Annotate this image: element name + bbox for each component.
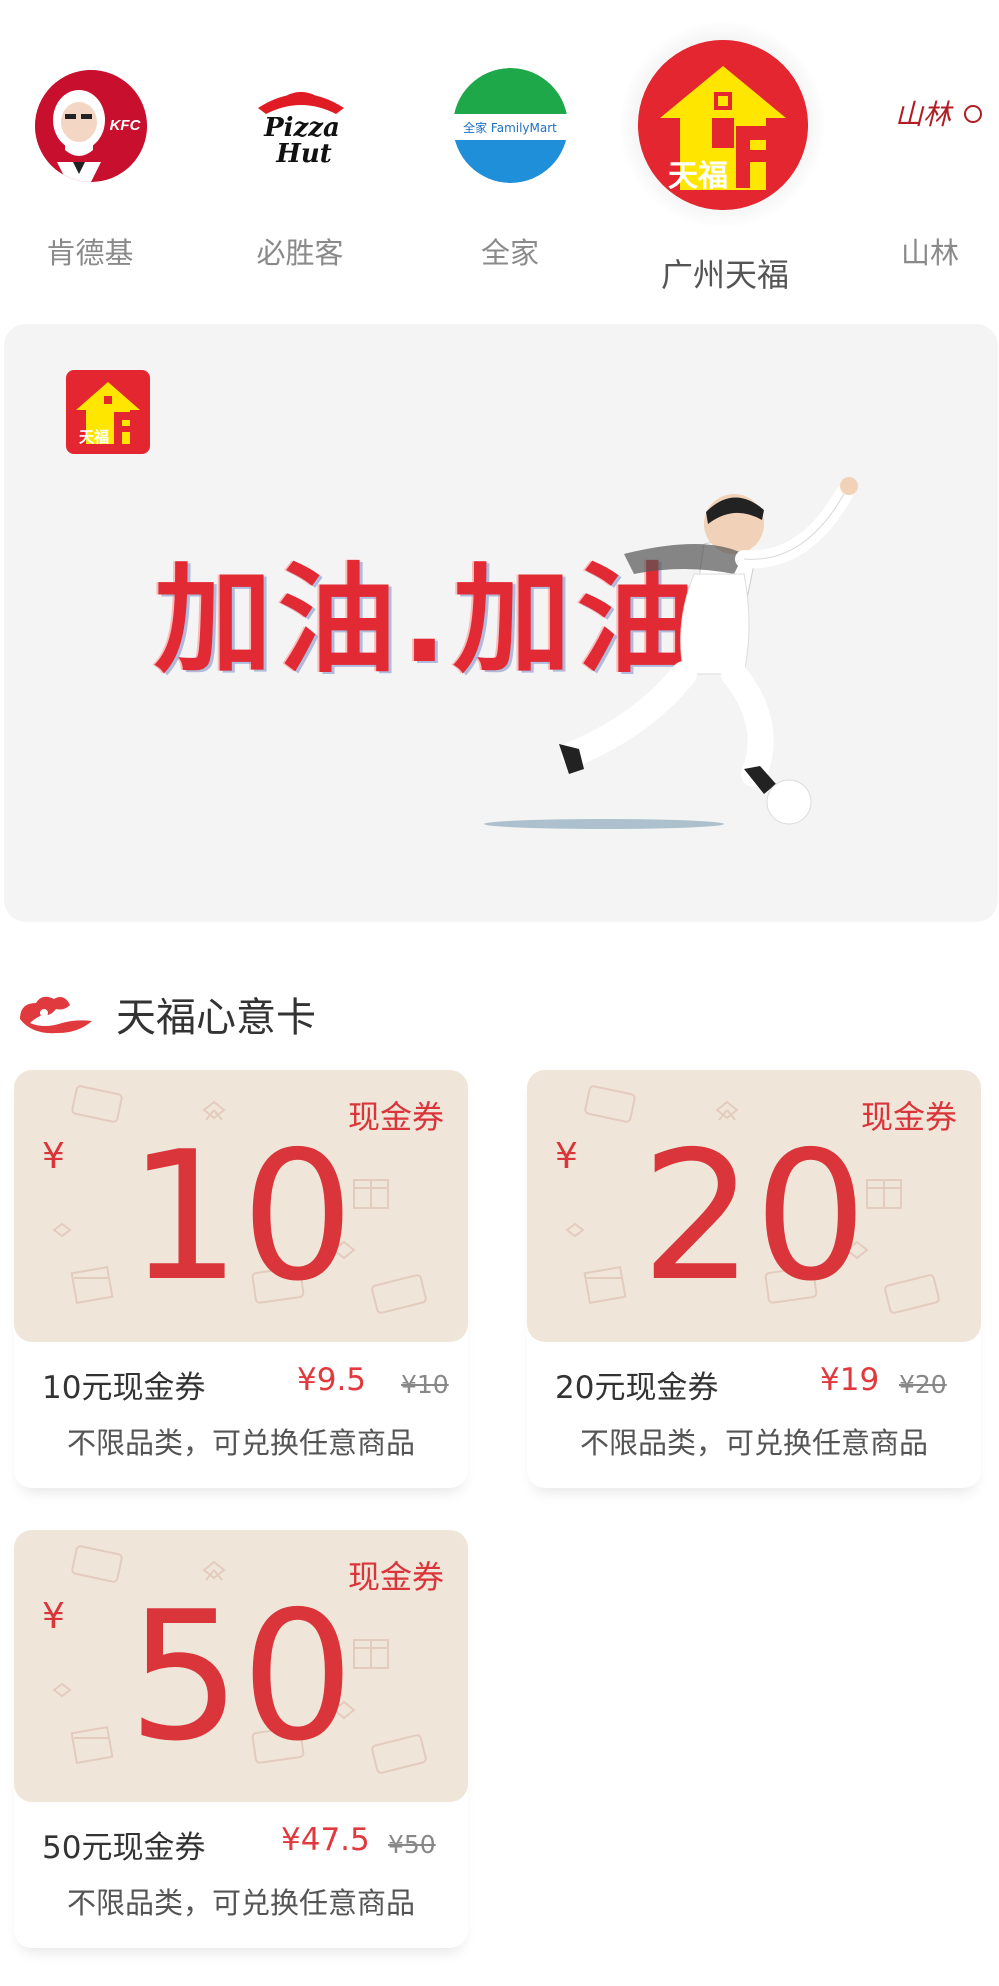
brand-name-familymart: 全家	[480, 236, 539, 270]
familymart-logo-text: 全家 FamilyMart	[463, 120, 557, 135]
soccer-player-illustration	[484, 477, 858, 829]
banner-brand-logo-icon: 天福	[66, 370, 150, 454]
voucher-original-price: ¥20	[899, 1370, 947, 1399]
voucher-card-10[interactable]: 现金券 ¥ 10 10元现金券 ¥9.5 ¥10 不限品类，可兑换任意商品	[14, 1070, 468, 1488]
familymart-logo-icon: 全家 FamilyMart	[453, 68, 568, 183]
voucher-sale-price: ¥9.5	[297, 1362, 367, 1398]
voucher-title: 20元现金券	[555, 1370, 719, 1406]
voucher-description: 不限品类，可兑换任意商品	[579, 1426, 928, 1460]
voucher-sale-price: ¥19	[820, 1362, 880, 1398]
voucher-card-20[interactable]: 现金券 ¥ 20 20元现金券 ¥19 ¥20 不限品类，可兑换任意商品	[527, 1070, 981, 1488]
brand-name-shanlin: 山林	[900, 236, 959, 270]
voucher-original-price: ¥10	[401, 1370, 449, 1399]
voucher-face: 现金券 ¥ 10	[14, 1070, 468, 1342]
voucher-face: 现金券 ¥ 50	[14, 1530, 468, 1802]
banner-logo-text: 天福	[79, 428, 109, 446]
tianfu-logo-icon: 天福 ®	[638, 40, 808, 210]
voucher-title: 10元现金券	[42, 1370, 206, 1406]
voucher-card-50[interactable]: 现金券 ¥ 50 50元现金券 ¥47.5 ¥50 不限品类，可兑换任意商品	[14, 1530, 468, 1948]
brand-item-shanlin[interactable]: 山林 山林	[870, 50, 990, 290]
voucher-face: 现金券 ¥ 20	[527, 1070, 981, 1342]
section-header: 天福心意卡	[14, 984, 316, 1044]
tianfu-logo-text: 天福	[668, 159, 728, 194]
brand-name-kfc: 肯德基	[46, 236, 134, 270]
section-title: 天福心意卡	[116, 995, 316, 1041]
svg-text:Hut: Hut	[275, 139, 331, 169]
voucher-amount: 20	[640, 1113, 868, 1320]
shanlin-logo-text: 山林	[895, 98, 954, 131]
brand-name-pizzahut: 必胜客	[256, 236, 344, 270]
brand-item-familymart[interactable]: 全家 FamilyMart 全家	[440, 50, 580, 290]
promo-banner[interactable]: 天福 加油.加油!	[4, 324, 998, 922]
pizzahut-logo-icon: Pizza Hut	[252, 74, 350, 172]
voucher-title: 50元现金券	[42, 1830, 206, 1866]
brand-item-pizzahut[interactable]: Pizza Hut 必胜客	[230, 50, 370, 290]
brand-item-kfc[interactable]: KFC 肯德基	[20, 50, 160, 290]
cloud-icon	[20, 996, 92, 1034]
voucher-amount: 50	[127, 1573, 355, 1780]
voucher-description: 不限品类，可兑换任意商品	[66, 1886, 415, 1920]
kfc-logo-icon: KFC	[35, 70, 147, 182]
brand-name-tianfu: 广州天福	[660, 256, 789, 294]
kfc-logo-text: KFC	[110, 117, 142, 134]
voucher-original-price: ¥50	[388, 1830, 436, 1859]
brand-strip: KFC 肯德基 Pizza Hut 必胜客 全家 FamilyMart 全家 天…	[0, 0, 999, 300]
voucher-sale-price: ¥47.5	[281, 1822, 370, 1858]
voucher-amount: 10	[127, 1113, 355, 1320]
shanlin-logo-icon: 山林	[875, 90, 985, 140]
brand-item-tianfu[interactable]: 天福 ® 广州天福	[620, 22, 830, 302]
voucher-description: 不限品类，可兑换任意商品	[66, 1426, 415, 1460]
